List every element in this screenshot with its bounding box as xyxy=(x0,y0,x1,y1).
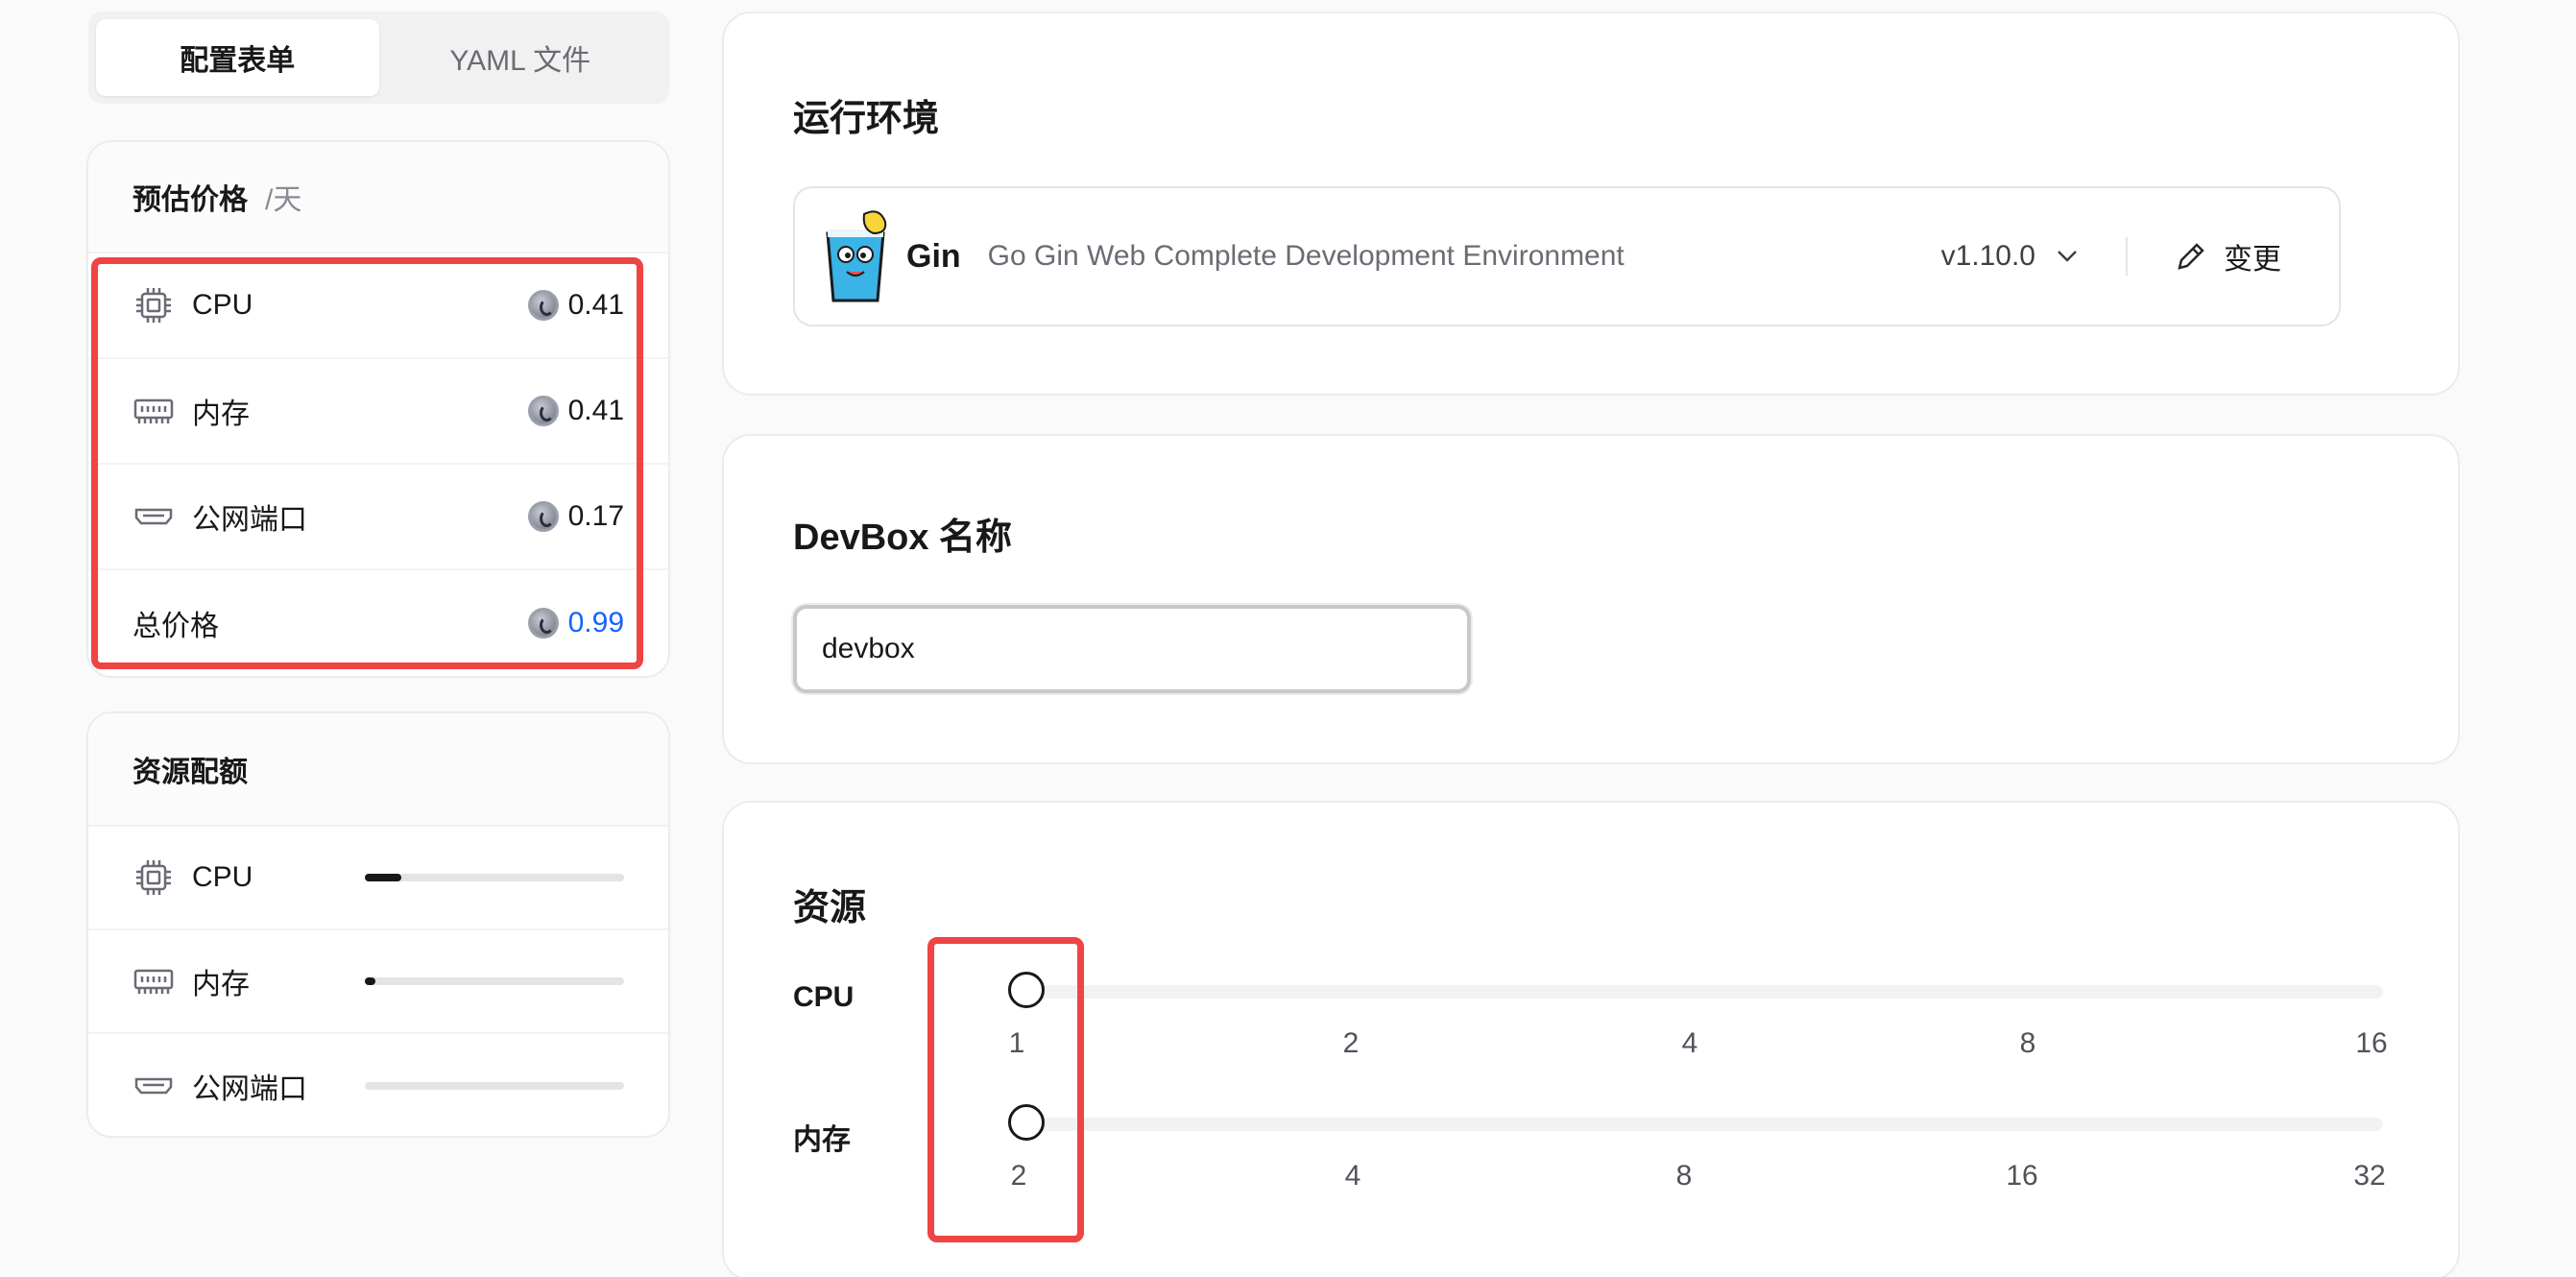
tab-yaml-file[interactable]: YAML 文件 xyxy=(379,19,662,96)
quota-bar-cpu xyxy=(365,874,624,881)
cpu-tick: 2 xyxy=(1342,1027,1360,1059)
cpu-tick: 8 xyxy=(2019,1027,2036,1059)
cpu-slider-thumb[interactable] xyxy=(1008,972,1045,1008)
coin-icon xyxy=(527,290,559,321)
quota-row-memory: 内存 xyxy=(88,930,668,1034)
price-card: 预估价格 /天 CPU 0.41 内存 0.41 公网端口 0.17 总价格 0… xyxy=(86,140,670,678)
memory-tick: 8 xyxy=(1675,1160,1693,1192)
memory-tick: 16 xyxy=(2006,1160,2038,1192)
cpu-tick: 16 xyxy=(2355,1027,2388,1059)
price-value: 0.17 xyxy=(527,500,624,533)
price-value: 0.41 xyxy=(527,289,624,322)
price-row-cpu: CPU 0.41 xyxy=(88,253,668,359)
coin-icon xyxy=(527,396,559,426)
runtime-selector: Gin Go Gin Web Complete Development Envi… xyxy=(793,186,2341,326)
memory-slider-thumb[interactable] xyxy=(1008,1104,1045,1141)
memory-slider-track[interactable] xyxy=(1022,1118,2383,1131)
devbox-name-title: DevBox 名称 xyxy=(793,518,1013,558)
resources-title: 资源 xyxy=(793,888,867,928)
memory-icon xyxy=(132,390,175,432)
devbox-name-section: DevBox 名称 xyxy=(722,434,2460,764)
coin-icon xyxy=(527,501,559,532)
cpu-icon xyxy=(132,284,175,326)
quota-fill xyxy=(365,977,375,985)
price-label: 公网端口 xyxy=(192,504,307,536)
memory-tick: 2 xyxy=(1010,1160,1027,1192)
quota-bar-memory xyxy=(365,977,624,985)
divider xyxy=(2126,237,2128,276)
runtime-section: 运行环境 Gin Go Gin Web Complete Development… xyxy=(722,12,2460,396)
runtime-title: 运行环境 xyxy=(793,99,940,139)
price-row-memory: 内存 0.41 xyxy=(88,359,668,465)
total-label: 总价格 xyxy=(132,611,219,642)
price-label: CPU xyxy=(192,289,253,321)
memory-tick: 4 xyxy=(1344,1160,1361,1192)
cpu-tick: 1 xyxy=(1008,1027,1025,1059)
memory-tick: 32 xyxy=(2353,1160,2386,1192)
change-runtime-button[interactable]: 变更 xyxy=(2176,235,2281,277)
quota-label: CPU xyxy=(192,861,253,893)
memory-slider-label: 内存 xyxy=(793,1124,851,1156)
change-label: 变更 xyxy=(2224,244,2281,276)
edit-icon xyxy=(2176,241,2206,272)
price-value: 0.41 xyxy=(527,395,624,427)
quota-label: 公网端口 xyxy=(192,1073,307,1105)
price-unit: /天 xyxy=(265,184,302,216)
cpu-tick: 4 xyxy=(1681,1027,1698,1059)
coin-icon xyxy=(527,608,559,638)
memory-icon xyxy=(132,960,175,1002)
port-icon xyxy=(132,495,175,538)
port-icon xyxy=(132,1065,175,1107)
version-value: v1.10.0 xyxy=(1940,240,2035,272)
price-label: 内存 xyxy=(192,398,250,430)
resources-section: 资源 CPU 1 2 4 8 16 内存 2 4 8 16 32 xyxy=(722,801,2460,1277)
cpu-slider-label: CPU xyxy=(793,981,855,1013)
runtime-name: Gin xyxy=(906,237,961,275)
devbox-name-input[interactable] xyxy=(793,605,1471,693)
total-value: 0.99 xyxy=(527,607,624,639)
quota-row-port: 公网端口 xyxy=(88,1034,668,1136)
gin-logo-icon xyxy=(820,205,891,309)
quota-title: 资源配额 xyxy=(132,757,248,788)
quota-row-cpu: CPU xyxy=(88,827,668,930)
price-title: 预估价格 xyxy=(132,184,248,216)
form-tabs: 配置表单 YAML 文件 xyxy=(88,12,669,104)
tab-config-form[interactable]: 配置表单 xyxy=(96,19,379,96)
version-select[interactable]: v1.10.0 xyxy=(1941,240,2078,273)
price-row-port: 公网端口 0.17 xyxy=(88,465,668,570)
chevron-down-icon xyxy=(2057,250,2078,263)
runtime-description: Go Gin Web Complete Development Environm… xyxy=(987,240,1625,272)
quota-fill xyxy=(365,874,401,881)
quota-card: 资源配额 CPU 内存 公网端口 xyxy=(86,711,670,1138)
price-row-total: 总价格 0.99 xyxy=(88,570,668,676)
cpu-slider-track[interactable] xyxy=(1022,985,2383,999)
quota-bar-port xyxy=(365,1082,624,1090)
cpu-icon xyxy=(132,856,175,899)
quota-card-header: 资源配额 xyxy=(88,713,668,827)
quota-label: 内存 xyxy=(192,969,250,1000)
price-card-header: 预估价格 /天 xyxy=(88,142,668,253)
